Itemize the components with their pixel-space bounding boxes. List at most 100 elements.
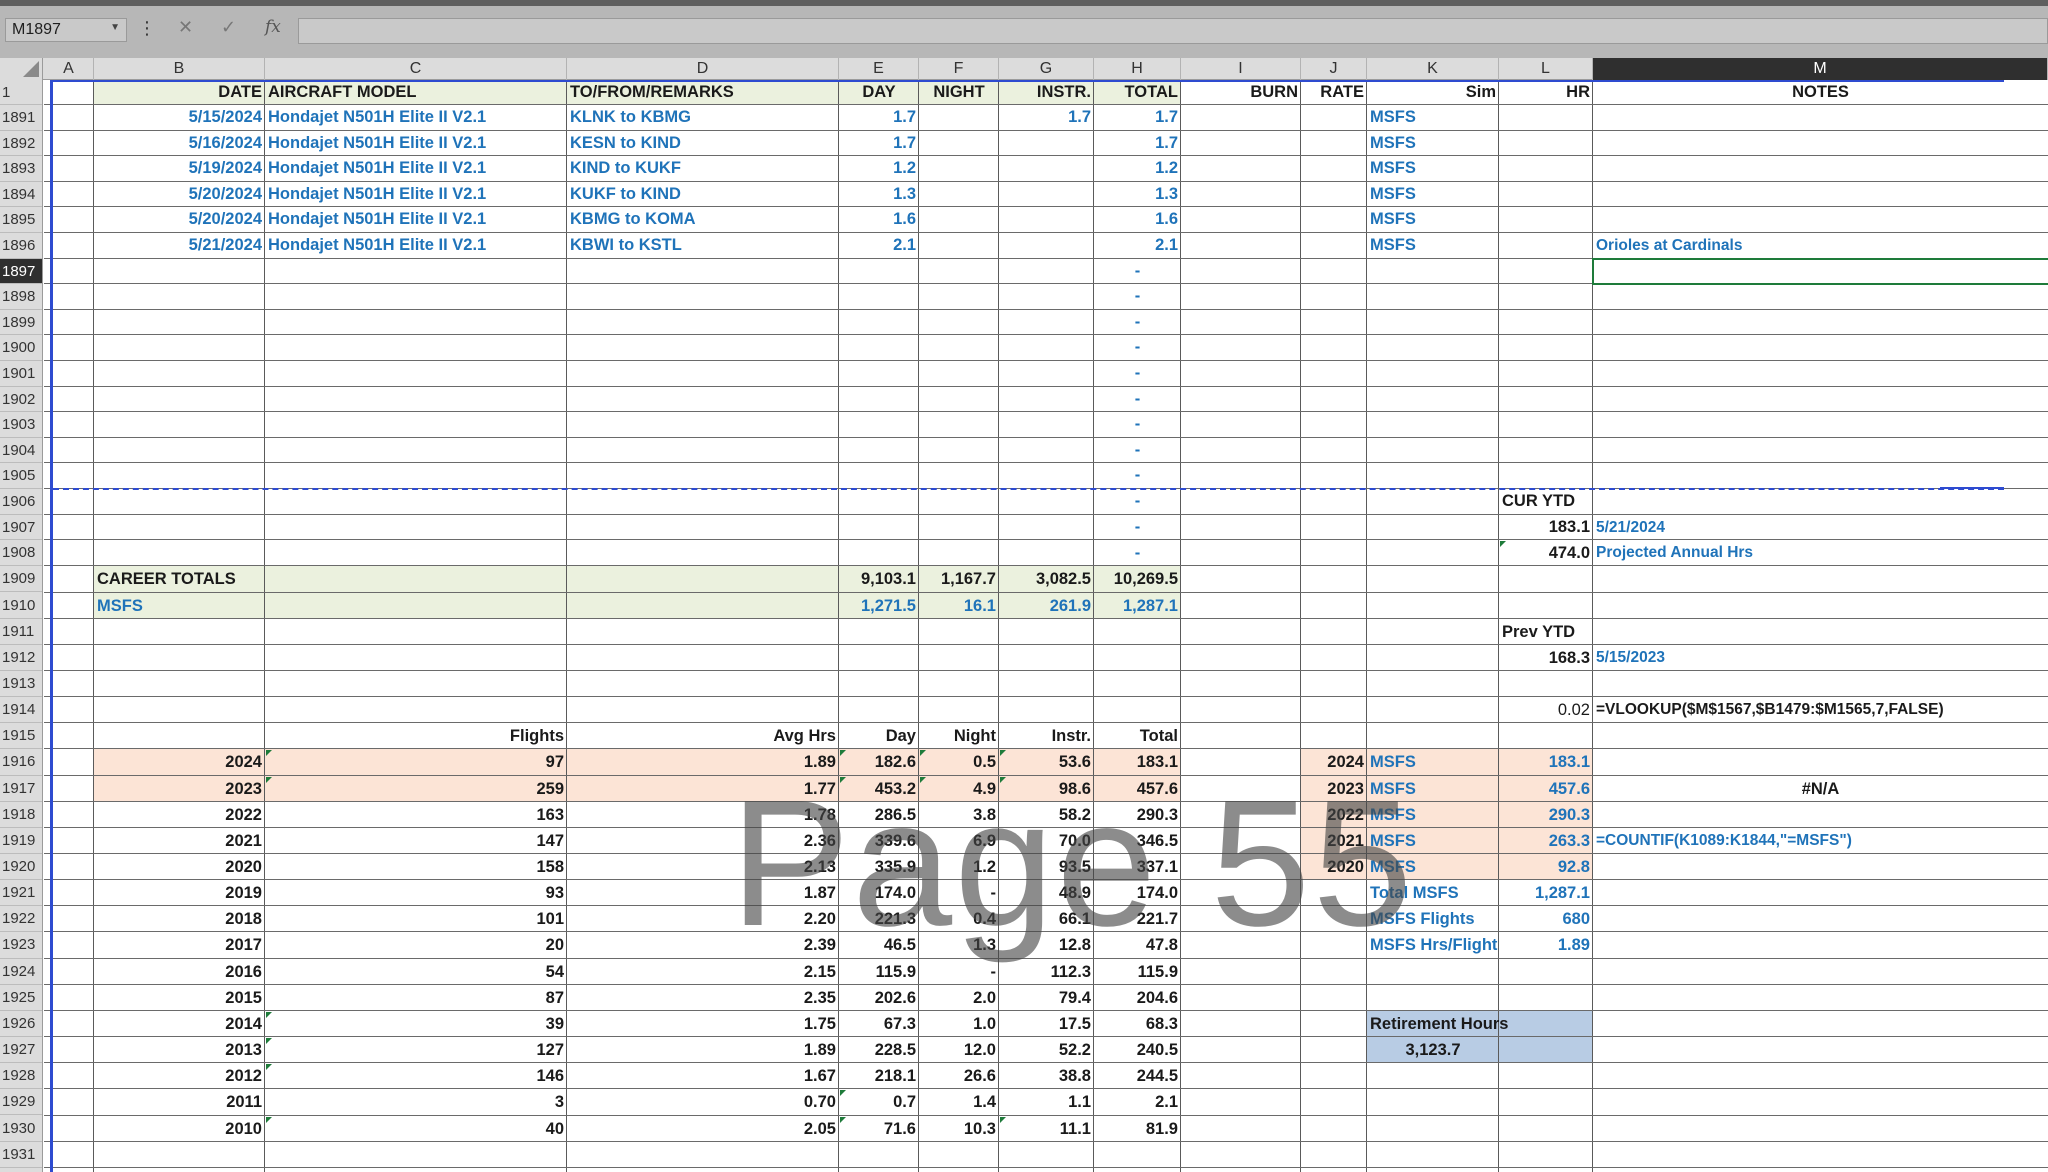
year-avg: 1.75 [803, 1014, 836, 1033]
row-header[interactable]: 1904 [0, 438, 42, 464]
row-header[interactable]: 1917 [0, 776, 42, 802]
row-header[interactable]: 1897 [0, 258, 42, 285]
year-flights: 97 [545, 753, 564, 772]
row-header[interactable]: 1929 [0, 1089, 42, 1116]
row-headers: 1 1891 1892 1893 1894 1895 1896 1897 1898 1899 190… [0, 80, 43, 1172]
chevron-down-icon[interactable]: ▼ [110, 22, 120, 33]
insert-function-icon[interactable]: fx [265, 17, 281, 37]
row-header[interactable]: 1913 [0, 671, 42, 698]
row-header[interactable]: 1894 [0, 182, 42, 208]
row-header[interactable]: 1931 [0, 1142, 42, 1168]
row-header[interactable]: 1909 [0, 566, 42, 593]
column-header-m[interactable]: M [1593, 58, 2048, 80]
row-header[interactable]: 1905 [0, 463, 42, 489]
grid-line [44, 462, 2048, 464]
row-header[interactable]: 1921 [0, 880, 42, 907]
row-header[interactable]: 1926 [0, 1011, 42, 1038]
year-flights: 93 [545, 884, 564, 903]
header-date: DATE [218, 83, 262, 101]
total-dash: - [1134, 261, 1141, 280]
column-header-l[interactable]: L [1499, 58, 1593, 80]
grid-line [44, 436, 2048, 438]
row-header[interactable]: 1930 [0, 1116, 42, 1142]
name-box[interactable]: M1897 ▼ [5, 18, 127, 42]
msfs-stat-value: 1,287.1 [1534, 884, 1590, 903]
row-header[interactable]: 1927 [0, 1037, 42, 1064]
sheet-grid[interactable]: DATE AIRCRAFT MODEL TO/FROM/REMARKS DAY NIGH… [44, 80, 2048, 1172]
row-header[interactable]: 1920 [0, 854, 42, 881]
row-header[interactable]: 1908 [0, 540, 42, 567]
column-header-f[interactable]: F [919, 58, 999, 80]
row-header[interactable]: 1892 [0, 131, 42, 157]
row-header[interactable]: 1922 [0, 906, 42, 933]
year-instr: 11.1 [1059, 1119, 1091, 1138]
total-dash: - [1134, 466, 1141, 485]
column-header-c[interactable]: C [265, 58, 567, 80]
row-header[interactable]: 1896 [0, 233, 42, 259]
row-header[interactable]: 1914 [0, 697, 42, 724]
year-flights: 146 [536, 1067, 564, 1086]
grid-line [44, 360, 2048, 361]
year-total: 240.5 [1136, 1041, 1178, 1060]
column-header-i[interactable]: I [1181, 58, 1301, 80]
total-dash: - [1134, 544, 1141, 563]
select-all-button[interactable] [0, 58, 43, 80]
column-header-d[interactable]: D [567, 58, 839, 80]
row-header[interactable]: 1895 [0, 207, 42, 233]
summary-day-header: Day [885, 727, 916, 746]
year-day: 67.3 [883, 1014, 916, 1033]
row-header[interactable]: 1916 [0, 749, 42, 776]
row-header[interactable]: 1910 [0, 593, 42, 619]
flight-total: 1.2 [1155, 159, 1178, 178]
name-box-value: M1897 [12, 21, 61, 38]
row-header[interactable]: 1911 [0, 619, 42, 645]
column-header-a[interactable]: A [44, 58, 94, 80]
row-header[interactable]: 1903 [0, 412, 42, 438]
row-header[interactable]: 1928 [0, 1063, 42, 1090]
page-break-top [53, 80, 2004, 82]
row-header[interactable]: 1 [0, 80, 42, 105]
year-label: 2023 [225, 779, 262, 798]
enter-check-icon[interactable]: ✓ [221, 17, 236, 38]
row-header[interactable]: 1898 [0, 284, 42, 310]
row-header[interactable]: 1899 [0, 310, 42, 336]
row-header[interactable]: 1924 [0, 959, 42, 985]
column-header-b[interactable]: B [94, 58, 265, 80]
msfs-year-hours: 263.3 [1548, 831, 1590, 850]
header-night: NIGHT [933, 83, 985, 101]
row-header[interactable]: 1919 [0, 828, 42, 854]
row-header[interactable]: 1891 [0, 105, 42, 131]
row-header[interactable]: 1915 [0, 723, 42, 750]
row-header[interactable]: 1893 [0, 156, 42, 182]
error-indicator-icon [266, 1011, 272, 1018]
error-indicator-icon [266, 1064, 272, 1071]
more-options-icon[interactable]: ⋮ [138, 18, 156, 39]
row-header[interactable]: 1923 [0, 932, 42, 959]
year-label: 2020 [225, 858, 262, 876]
row-header[interactable]: 1902 [0, 387, 42, 413]
row-header[interactable]: 1912 [0, 645, 42, 671]
row-header[interactable]: 1906 [0, 489, 42, 515]
column-header-e[interactable]: E [839, 58, 919, 80]
column-header-j[interactable]: J [1301, 58, 1367, 80]
row-header[interactable]: 1932 [0, 1168, 42, 1172]
flight-instr [999, 182, 1094, 208]
column-header-h[interactable]: H [1094, 58, 1181, 80]
row-header[interactable]: 1901 [0, 361, 42, 387]
year-label: 2022 [225, 805, 262, 824]
flight-route: KBMG to KOMA [570, 210, 696, 229]
year-instr: 38.8 [1058, 1067, 1091, 1086]
formula-input[interactable] [298, 18, 2048, 44]
year-label: 2010 [225, 1119, 262, 1138]
grid-line [1300, 80, 1301, 1172]
column-header-g[interactable]: G [999, 58, 1094, 80]
row-header[interactable]: 1925 [0, 985, 42, 1011]
year-avg: 0.70 [803, 1093, 836, 1112]
selected-cell[interactable] [1592, 257, 2048, 286]
cancel-icon[interactable]: ✕ [178, 17, 193, 38]
row-header[interactable]: 1907 [0, 515, 42, 541]
row-header[interactable]: 1900 [0, 335, 42, 361]
retirement-value: 3,123.7 [1405, 1041, 1461, 1060]
row-header[interactable]: 1918 [0, 802, 42, 828]
column-header-k[interactable]: K [1367, 58, 1499, 80]
